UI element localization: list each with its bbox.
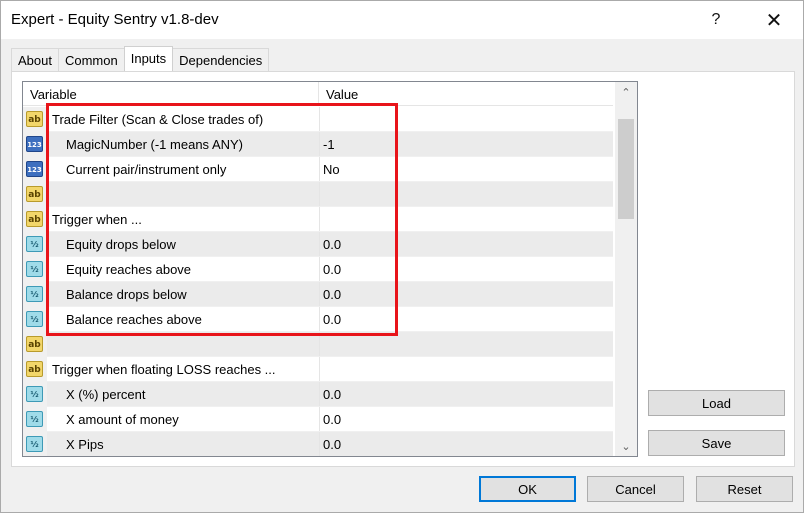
double-type-icon: ½ [26, 386, 43, 402]
column-divider [319, 207, 320, 231]
table-row[interactable]: ab [23, 332, 613, 357]
tab-common[interactable]: Common [57, 48, 125, 71]
column-divider [319, 182, 320, 206]
window-title: Expert - Equity Sentry v1.8-dev [11, 11, 219, 28]
vertical-scrollbar[interactable]: ⌃ ⌄ [615, 82, 637, 456]
scroll-thumb[interactable] [618, 119, 634, 219]
title-bar: Expert - Equity Sentry v1.8-dev ? ✕ [1, 1, 803, 39]
integer-type-icon: 123 [26, 136, 43, 152]
table-row[interactable]: ½ X Pips 0.0 [23, 432, 613, 456]
table-row[interactable]: ab Trade Filter (Scan & Close trades of) [23, 107, 613, 132]
double-type-icon: ½ [26, 261, 43, 277]
column-divider [319, 157, 320, 181]
double-type-icon: ½ [26, 311, 43, 327]
table-row[interactable]: ab Trigger when floating LOSS reaches ... [23, 357, 613, 382]
double-type-icon: ½ [26, 286, 43, 302]
variable-cell: X (%) percent [66, 387, 146, 402]
column-header-value[interactable]: Value [319, 82, 613, 106]
column-divider [319, 232, 320, 256]
table-row[interactable]: ab Trigger when ... [23, 207, 613, 232]
scroll-down-icon[interactable]: ⌄ [615, 436, 637, 456]
variable-cell: X amount of money [66, 412, 179, 427]
integer-type-icon: 123 [26, 161, 43, 177]
variable-cell: X Pips [66, 437, 104, 452]
string-type-icon: ab [26, 336, 43, 352]
column-header-variable[interactable]: Variable [23, 82, 319, 106]
tab-dependencies[interactable]: Dependencies [172, 48, 270, 71]
table-row[interactable]: 123 Current pair/instrument only No [23, 157, 613, 182]
value-cell[interactable]: 0.0 [323, 387, 341, 402]
expert-properties-window: Expert - Equity Sentry v1.8-dev ? ✕ Abou… [0, 0, 804, 513]
column-divider [319, 307, 320, 331]
value-cell[interactable]: 0.0 [323, 287, 341, 302]
double-type-icon: ½ [26, 411, 43, 427]
save-button[interactable]: Save [648, 430, 785, 456]
string-type-icon: ab [26, 186, 43, 202]
table-row[interactable]: ab [23, 182, 613, 207]
variable-cell: Trigger when ... [52, 212, 142, 227]
variable-cell: Balance reaches above [66, 312, 202, 327]
column-divider [319, 432, 320, 456]
column-divider [319, 257, 320, 281]
column-divider [319, 132, 320, 156]
table-row[interactable]: ½ Equity drops below 0.0 [23, 232, 613, 257]
grid-header: Variable Value [23, 82, 613, 106]
column-divider [319, 357, 320, 381]
grid-rows: ab Trade Filter (Scan & Close trades of) 1… [23, 107, 613, 456]
string-type-icon: ab [26, 361, 43, 377]
variable-cell: Trade Filter (Scan & Close trades of) [52, 112, 264, 127]
table-row[interactable]: ½ X (%) percent 0.0 [23, 382, 613, 407]
variable-cell: Balance drops below [66, 287, 187, 302]
variable-cell: MagicNumber (-1 means ANY) [66, 137, 243, 152]
table-row[interactable]: ½ Equity reaches above 0.0 [23, 257, 613, 282]
help-button[interactable]: ? [693, 1, 739, 39]
value-cell[interactable]: No [323, 162, 340, 177]
tab-bar: About Common Inputs Dependencies [11, 46, 270, 71]
string-type-icon: ab [26, 111, 43, 127]
variable-cell: Equity reaches above [66, 262, 192, 277]
value-cell[interactable]: -1 [323, 137, 335, 152]
tab-inputs[interactable]: Inputs [123, 46, 174, 71]
value-cell[interactable]: 0.0 [323, 262, 341, 277]
reset-button[interactable]: Reset [696, 476, 793, 502]
double-type-icon: ½ [26, 236, 43, 252]
double-type-icon: ½ [26, 436, 43, 452]
value-cell[interactable]: 0.0 [323, 237, 341, 252]
ok-button[interactable]: OK [479, 476, 576, 502]
variable-cell: Current pair/instrument only [66, 162, 227, 177]
table-row[interactable]: ½ Balance reaches above 0.0 [23, 307, 613, 332]
table-row[interactable]: 123 MagicNumber (-1 means ANY) -1 [23, 132, 613, 157]
column-divider [319, 407, 320, 431]
close-icon[interactable]: ✕ [751, 1, 797, 39]
tab-about[interactable]: About [11, 48, 59, 71]
value-cell[interactable]: 0.0 [323, 312, 341, 327]
column-divider [319, 282, 320, 306]
value-cell[interactable]: 0.0 [323, 412, 341, 427]
inputs-grid: Variable Value ab Trade Filter (Scan & Cl… [22, 81, 638, 457]
variable-cell: Equity drops below [66, 237, 176, 252]
table-row[interactable]: ½ X amount of money 0.0 [23, 407, 613, 432]
string-type-icon: ab [26, 211, 43, 227]
cancel-button[interactable]: Cancel [587, 476, 684, 502]
variable-cell: Trigger when floating LOSS reaches ... [52, 362, 276, 377]
scroll-up-icon[interactable]: ⌃ [615, 82, 637, 102]
load-button[interactable]: Load [648, 390, 785, 416]
column-divider [319, 382, 320, 406]
column-divider [319, 332, 320, 356]
value-cell[interactable]: 0.0 [323, 437, 341, 452]
column-divider [319, 107, 320, 131]
table-row[interactable]: ½ Balance drops below 0.0 [23, 282, 613, 307]
